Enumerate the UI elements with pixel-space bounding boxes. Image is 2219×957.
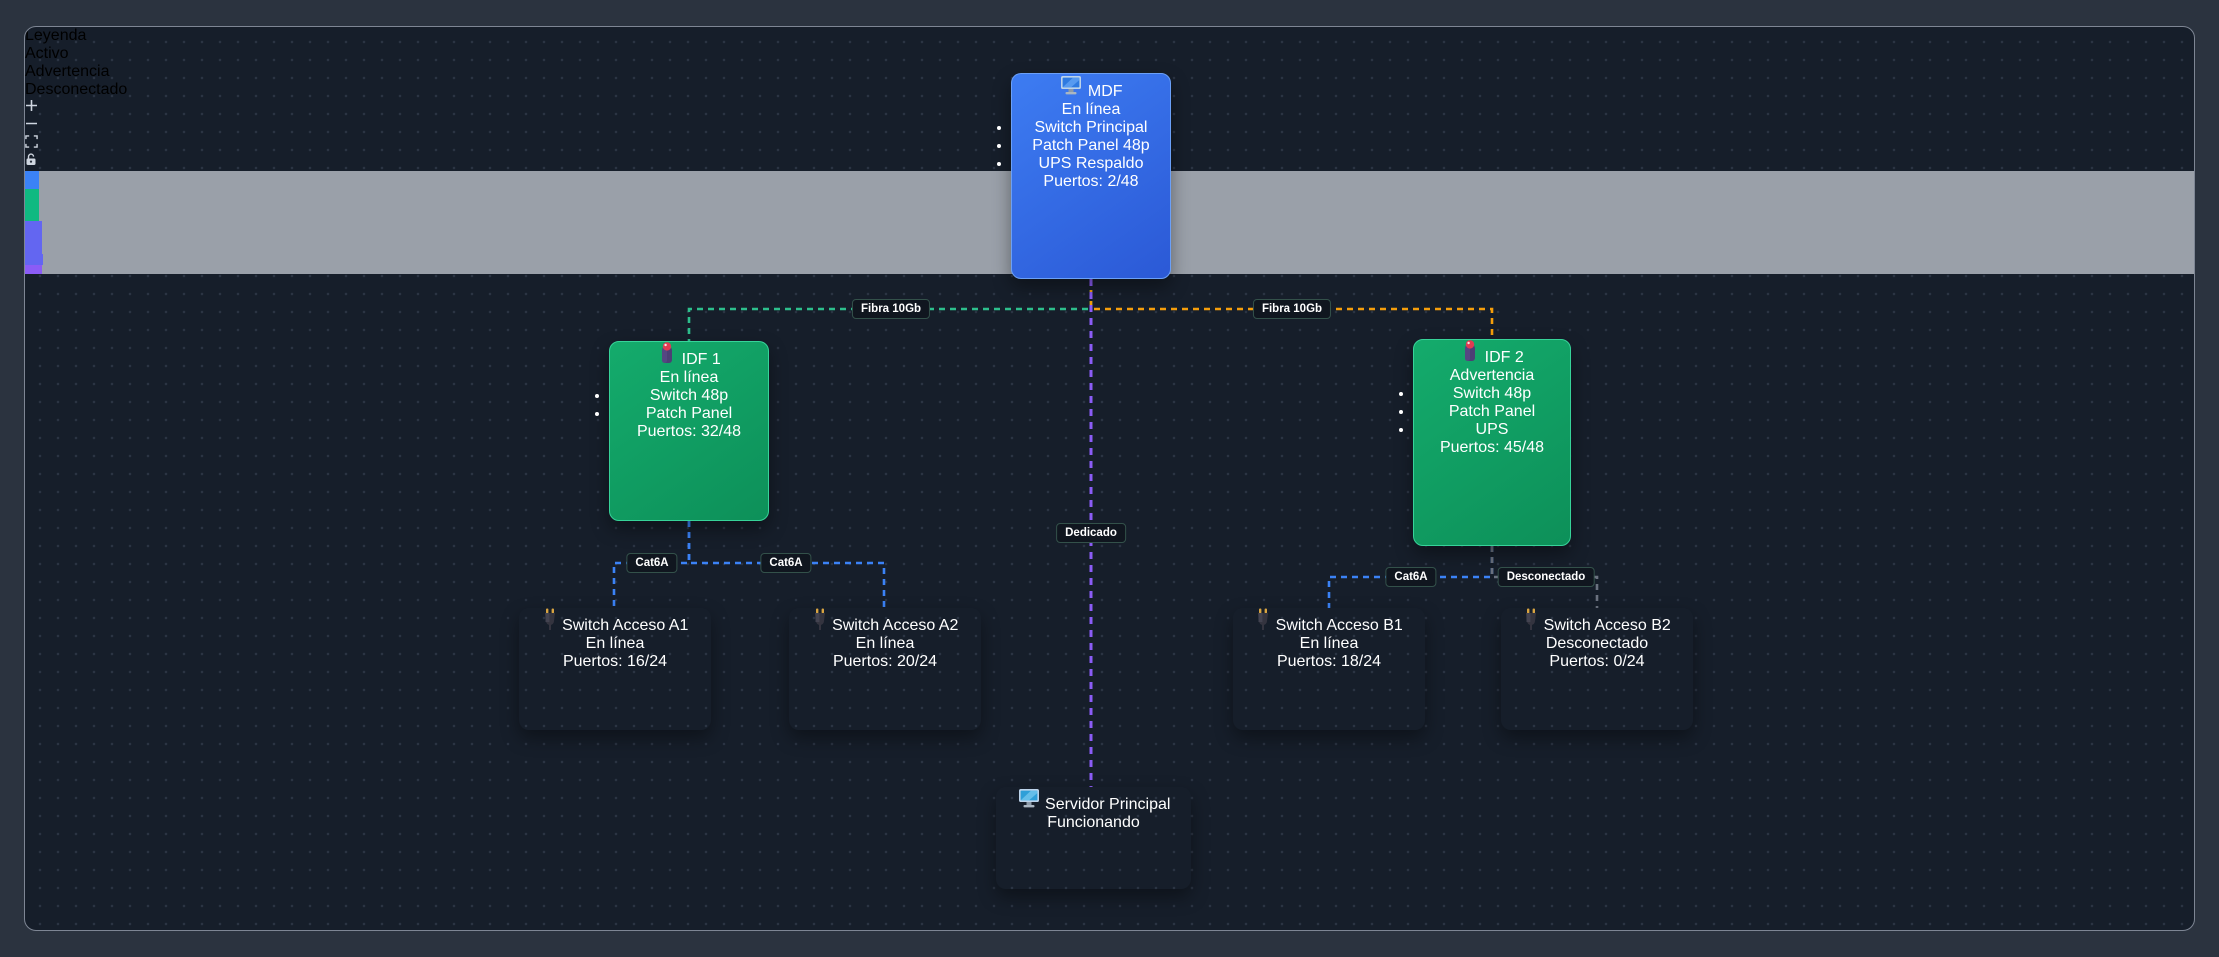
node-title: IDF 2 [1485, 349, 1524, 366]
node-item: Switch Principal [1012, 119, 1170, 137]
edge-label-dedicado[interactable]: Dedicado [1056, 523, 1126, 543]
status-label: En línea [1300, 635, 1359, 652]
node-items: Switch 48p Patch Panel [610, 387, 768, 423]
status-row: Advertencia [1414, 367, 1570, 385]
edge-label-fibra-left[interactable]: Fibra 10Gb [852, 299, 930, 319]
node-title: MDF [1088, 83, 1123, 100]
node-title: Servidor Principal [1045, 796, 1170, 813]
node-item: UPS Respaldo [1012, 155, 1170, 173]
node-switch-b1[interactable]: Switch Acceso B1 En línea Puertos: 18/24 [1233, 608, 1425, 730]
status-label: En línea [856, 635, 915, 652]
node-items: Switch 48p Patch Panel UPS [1414, 385, 1570, 439]
status-row: En línea [519, 635, 711, 653]
joystick-icon [657, 351, 681, 368]
node-title: IDF 1 [682, 351, 721, 368]
status-label: En línea [660, 369, 719, 386]
electric-plug-icon [812, 617, 832, 634]
electric-plug-icon [1255, 617, 1275, 634]
node-switch-a1[interactable]: Switch Acceso A1 En línea Puertos: 16/24 [519, 608, 711, 730]
ports-badge: Puertos: 0/24 [1501, 653, 1693, 671]
ports-badge: Puertos: 2/48 [1012, 173, 1170, 191]
flow-canvas[interactable]: Fibra 10Gb Fibra 10Gb Dedicado Cat6A Cat… [24, 26, 2195, 931]
node-item: UPS [1414, 421, 1570, 439]
electric-plug-icon [1523, 617, 1543, 634]
node-title: Switch Acceso B2 [1544, 617, 1671, 634]
node-mdf[interactable]: MDF En línea Switch Principal Patch Pane… [1011, 73, 1171, 279]
ports-badge: Puertos: 45/48 [1414, 439, 1570, 457]
node-items: Switch Principal Patch Panel 48p UPS Res… [1012, 119, 1170, 173]
node-item: Patch Panel 48p [1012, 137, 1170, 155]
node-idf2[interactable]: IDF 2 Advertencia Switch 48p Patch Panel… [1413, 339, 1571, 546]
status-label: Funcionando [1047, 814, 1140, 831]
desktop-computer-icon [1017, 796, 1045, 813]
node-switch-b2[interactable]: Switch Acceso B2 Desconectado Puertos: 0… [1501, 608, 1693, 730]
electric-plug-icon [542, 617, 562, 634]
edge-label-cat6a-a2[interactable]: Cat6A [760, 553, 811, 573]
node-title: Switch Acceso A1 [562, 617, 688, 634]
node-title: Switch Acceso A2 [832, 617, 958, 634]
status-label: Advertencia [1450, 367, 1535, 384]
edge-label-fibra-right[interactable]: Fibra 10Gb [1253, 299, 1331, 319]
status-row: En línea [610, 369, 768, 387]
node-server[interactable]: Servidor Principal Funcionando [996, 787, 1191, 889]
ports-badge: Puertos: 32/48 [610, 423, 768, 441]
status-row: En línea [1233, 635, 1425, 653]
status-row: Desconectado [1501, 635, 1693, 653]
status-row: En línea [1012, 101, 1170, 119]
ports-badge: Puertos: 18/24 [1233, 653, 1425, 671]
edge-label-cat6a-b1[interactable]: Cat6A [1385, 567, 1436, 587]
edge-label-desconectado[interactable]: Desconectado [1498, 567, 1595, 587]
status-label: En línea [586, 635, 645, 652]
status-row: En línea [789, 635, 981, 653]
node-item: Switch 48p [1414, 385, 1570, 403]
joystick-icon [1460, 349, 1484, 366]
node-idf1[interactable]: IDF 1 En línea Switch 48p Patch Panel Pu… [609, 341, 769, 521]
ports-badge: Puertos: 16/24 [519, 653, 711, 671]
status-row: Funcionando [996, 814, 1191, 832]
node-switch-a2[interactable]: Switch Acceso A2 En línea Puertos: 20/24 [789, 608, 981, 730]
ports-badge: Puertos: 20/24 [789, 653, 981, 671]
desktop-computer-icon [1059, 83, 1087, 100]
status-label: En línea [1062, 101, 1121, 118]
node-item: Switch 48p [610, 387, 768, 405]
edge-label-cat6a-a1[interactable]: Cat6A [626, 553, 677, 573]
node-item: Patch Panel [1414, 403, 1570, 421]
node-title: Switch Acceso B1 [1276, 617, 1403, 634]
node-item: Patch Panel [610, 405, 768, 423]
status-label: Desconectado [1546, 635, 1648, 652]
